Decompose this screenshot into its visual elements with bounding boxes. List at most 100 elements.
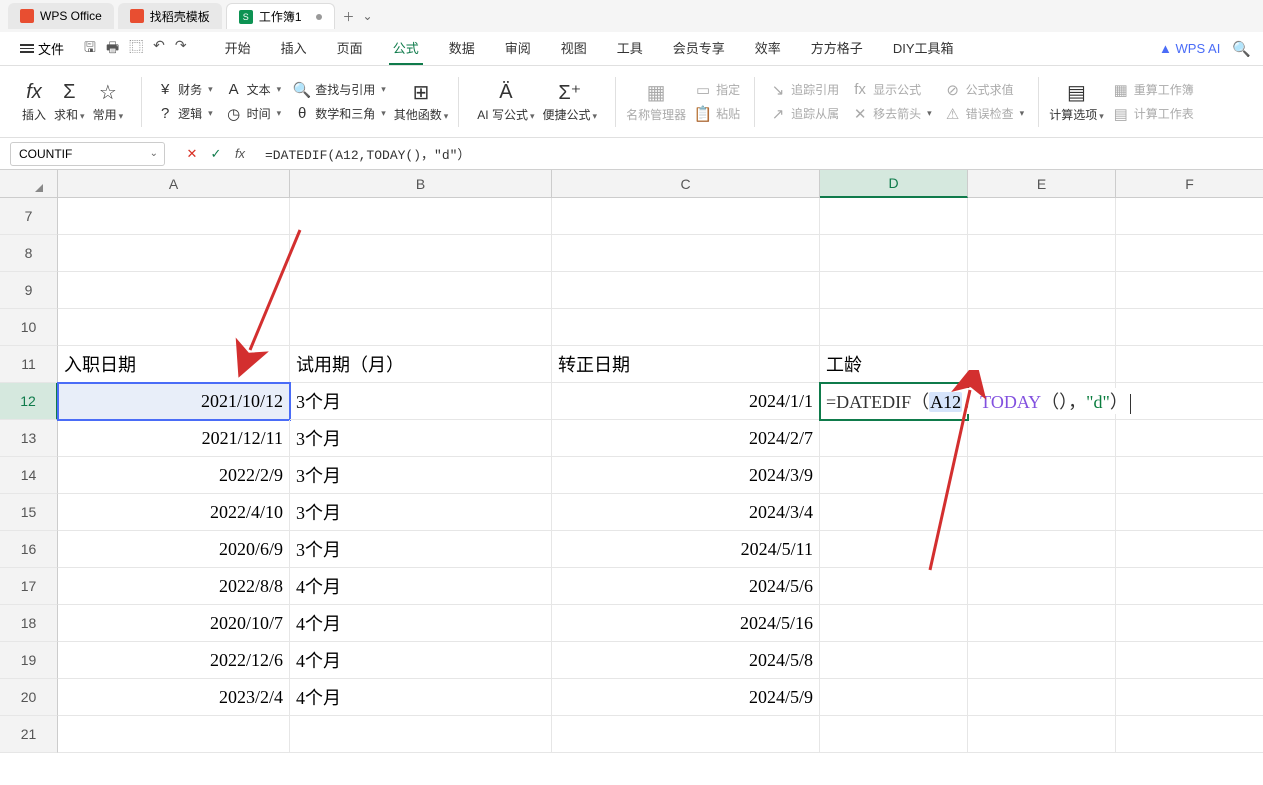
tab-data[interactable]: 数据 bbox=[445, 32, 479, 65]
cell-A13[interactable]: 2021/12/11 bbox=[58, 420, 290, 457]
math-button[interactable]: θ数学和三角▾ bbox=[289, 103, 390, 125]
cell-D20[interactable] bbox=[820, 679, 968, 716]
cell-C17[interactable]: 2024/5/6 bbox=[552, 568, 820, 605]
tab-start[interactable]: 开始 bbox=[221, 32, 255, 65]
row-header-17[interactable]: 17 bbox=[0, 568, 58, 605]
cell-D16[interactable] bbox=[820, 531, 968, 568]
cell-D18[interactable] bbox=[820, 605, 968, 642]
cell-B8[interactable] bbox=[290, 235, 552, 272]
cell-F16[interactable] bbox=[1116, 531, 1263, 568]
cell-C19[interactable]: 2024/5/8 bbox=[552, 642, 820, 679]
name-box[interactable]: COUNTIF ⌄ bbox=[10, 142, 165, 166]
cell-F17[interactable] bbox=[1116, 568, 1263, 605]
text-button[interactable]: A文本▾ bbox=[221, 79, 286, 101]
cell-D7[interactable] bbox=[820, 198, 968, 235]
tab-diy[interactable]: DIY工具箱 bbox=[889, 32, 958, 65]
cell-B9[interactable] bbox=[290, 272, 552, 309]
col-header-B[interactable]: B bbox=[290, 170, 552, 198]
col-header-E[interactable]: E bbox=[968, 170, 1116, 198]
formula-eval-button[interactable]: ⊘公式求值 bbox=[940, 79, 1029, 101]
cell-B14[interactable]: 3个月 bbox=[290, 457, 552, 494]
cell-D17[interactable] bbox=[820, 568, 968, 605]
preview-icon[interactable]: ⿴ bbox=[129, 37, 143, 61]
cell-A9[interactable] bbox=[58, 272, 290, 309]
formula-accept-button[interactable]: ✓ bbox=[207, 145, 225, 163]
tab-templates[interactable]: 找稻壳模板 bbox=[118, 3, 222, 29]
fx-button[interactable]: fx bbox=[231, 145, 249, 163]
cell-F20[interactable] bbox=[1116, 679, 1263, 716]
show-formula-button[interactable]: fx显示公式 bbox=[847, 79, 936, 101]
search-icon[interactable]: 🔍 bbox=[1232, 40, 1251, 58]
remove-arrows-button[interactable]: ✕移去箭头▾ bbox=[847, 103, 936, 125]
undo-icon[interactable]: ↶ bbox=[153, 37, 165, 61]
other-functions-button[interactable]: ⊞ 其他函数▾ bbox=[394, 80, 449, 123]
insert-function-button[interactable]: fx 插入 bbox=[22, 80, 46, 123]
col-header-A[interactable]: A bbox=[58, 170, 290, 198]
save-icon[interactable]: 🖫 bbox=[84, 37, 96, 61]
cell-B16[interactable]: 3个月 bbox=[290, 531, 552, 568]
paste-button[interactable]: 📋粘贴 bbox=[690, 103, 744, 125]
recalc-book-button[interactable]: ▦重算工作簿 bbox=[1108, 79, 1198, 101]
cell-D14[interactable] bbox=[820, 457, 968, 494]
cell-D13[interactable] bbox=[820, 420, 968, 457]
cell-C8[interactable] bbox=[552, 235, 820, 272]
lookup-button[interactable]: 🔍查找与引用▾ bbox=[289, 79, 390, 101]
cell-A7[interactable] bbox=[58, 198, 290, 235]
formula-cancel-button[interactable]: ✕ bbox=[183, 145, 201, 163]
cell-E11[interactable] bbox=[968, 346, 1116, 383]
cell-C16[interactable]: 2024/5/11 bbox=[552, 531, 820, 568]
cell-F12[interactable] bbox=[1116, 383, 1263, 420]
cell-B18[interactable]: 4个月 bbox=[290, 605, 552, 642]
tab-insert[interactable]: 插入 bbox=[277, 32, 311, 65]
cell-D12[interactable]: =DATEDIF（A12，TODAY（），"d"） bbox=[820, 383, 968, 420]
tab-ffgz[interactable]: 方方格子 bbox=[807, 32, 867, 65]
select-all-corner[interactable] bbox=[0, 170, 58, 198]
editing-formula[interactable]: =DATEDIF（A12，TODAY（），"d"） bbox=[822, 388, 1135, 414]
tab-formula[interactable]: 公式 bbox=[389, 32, 423, 65]
cell-E16[interactable] bbox=[968, 531, 1116, 568]
cell-B11[interactable]: 试用期（月） bbox=[290, 346, 552, 383]
cell-D11[interactable]: 工龄 bbox=[820, 346, 968, 383]
cells-grid[interactable]: 入职日期试用期（月）转正日期工龄2021/10/123个月2024/1/1=DA… bbox=[58, 198, 1263, 753]
col-header-D[interactable]: D bbox=[820, 170, 968, 198]
calc-sheet-button[interactable]: ▤计算工作表 bbox=[1108, 103, 1198, 125]
trace-dependents-button[interactable]: ↗追踪从属 bbox=[765, 103, 843, 125]
calc-options-button[interactable]: ▤ 计算选项▾ bbox=[1049, 80, 1104, 123]
tab-page[interactable]: 页面 bbox=[333, 32, 367, 65]
cell-B17[interactable]: 4个月 bbox=[290, 568, 552, 605]
cell-D8[interactable] bbox=[820, 235, 968, 272]
cell-A11[interactable]: 入职日期 bbox=[58, 346, 290, 383]
cell-A21[interactable] bbox=[58, 716, 290, 753]
row-header-18[interactable]: 18 bbox=[0, 605, 58, 642]
cell-E13[interactable] bbox=[968, 420, 1116, 457]
cell-C14[interactable]: 2024/3/9 bbox=[552, 457, 820, 494]
cell-E15[interactable] bbox=[968, 494, 1116, 531]
cell-E21[interactable] bbox=[968, 716, 1116, 753]
cell-C9[interactable] bbox=[552, 272, 820, 309]
cell-E17[interactable] bbox=[968, 568, 1116, 605]
cell-F8[interactable] bbox=[1116, 235, 1263, 272]
error-check-button[interactable]: ⚠错误检查▾ bbox=[940, 103, 1029, 125]
cell-B12[interactable]: 3个月 bbox=[290, 383, 552, 420]
cell-D10[interactable] bbox=[820, 309, 968, 346]
cell-A10[interactable] bbox=[58, 309, 290, 346]
tab-wps-office[interactable]: WPS Office bbox=[8, 3, 114, 29]
new-tab-button[interactable]: ＋ bbox=[339, 6, 359, 26]
cell-E10[interactable] bbox=[968, 309, 1116, 346]
datetime-button[interactable]: ◷时间▾ bbox=[221, 103, 286, 125]
cell-F13[interactable] bbox=[1116, 420, 1263, 457]
cell-E8[interactable] bbox=[968, 235, 1116, 272]
cell-F18[interactable] bbox=[1116, 605, 1263, 642]
finance-button[interactable]: ¥财务▾ bbox=[152, 79, 217, 101]
file-menu-button[interactable]: 文件 bbox=[12, 35, 72, 62]
cell-E14[interactable] bbox=[968, 457, 1116, 494]
cell-D15[interactable] bbox=[820, 494, 968, 531]
cell-B20[interactable]: 4个月 bbox=[290, 679, 552, 716]
cell-D9[interactable] bbox=[820, 272, 968, 309]
cell-F7[interactable] bbox=[1116, 198, 1263, 235]
tab-tools[interactable]: 工具 bbox=[613, 32, 647, 65]
row-header-15[interactable]: 15 bbox=[0, 494, 58, 531]
cell-F11[interactable] bbox=[1116, 346, 1263, 383]
logic-button[interactable]: ?逻辑▾ bbox=[152, 103, 217, 125]
name-manager-button[interactable]: ▦ 名称管理器 bbox=[626, 80, 686, 123]
